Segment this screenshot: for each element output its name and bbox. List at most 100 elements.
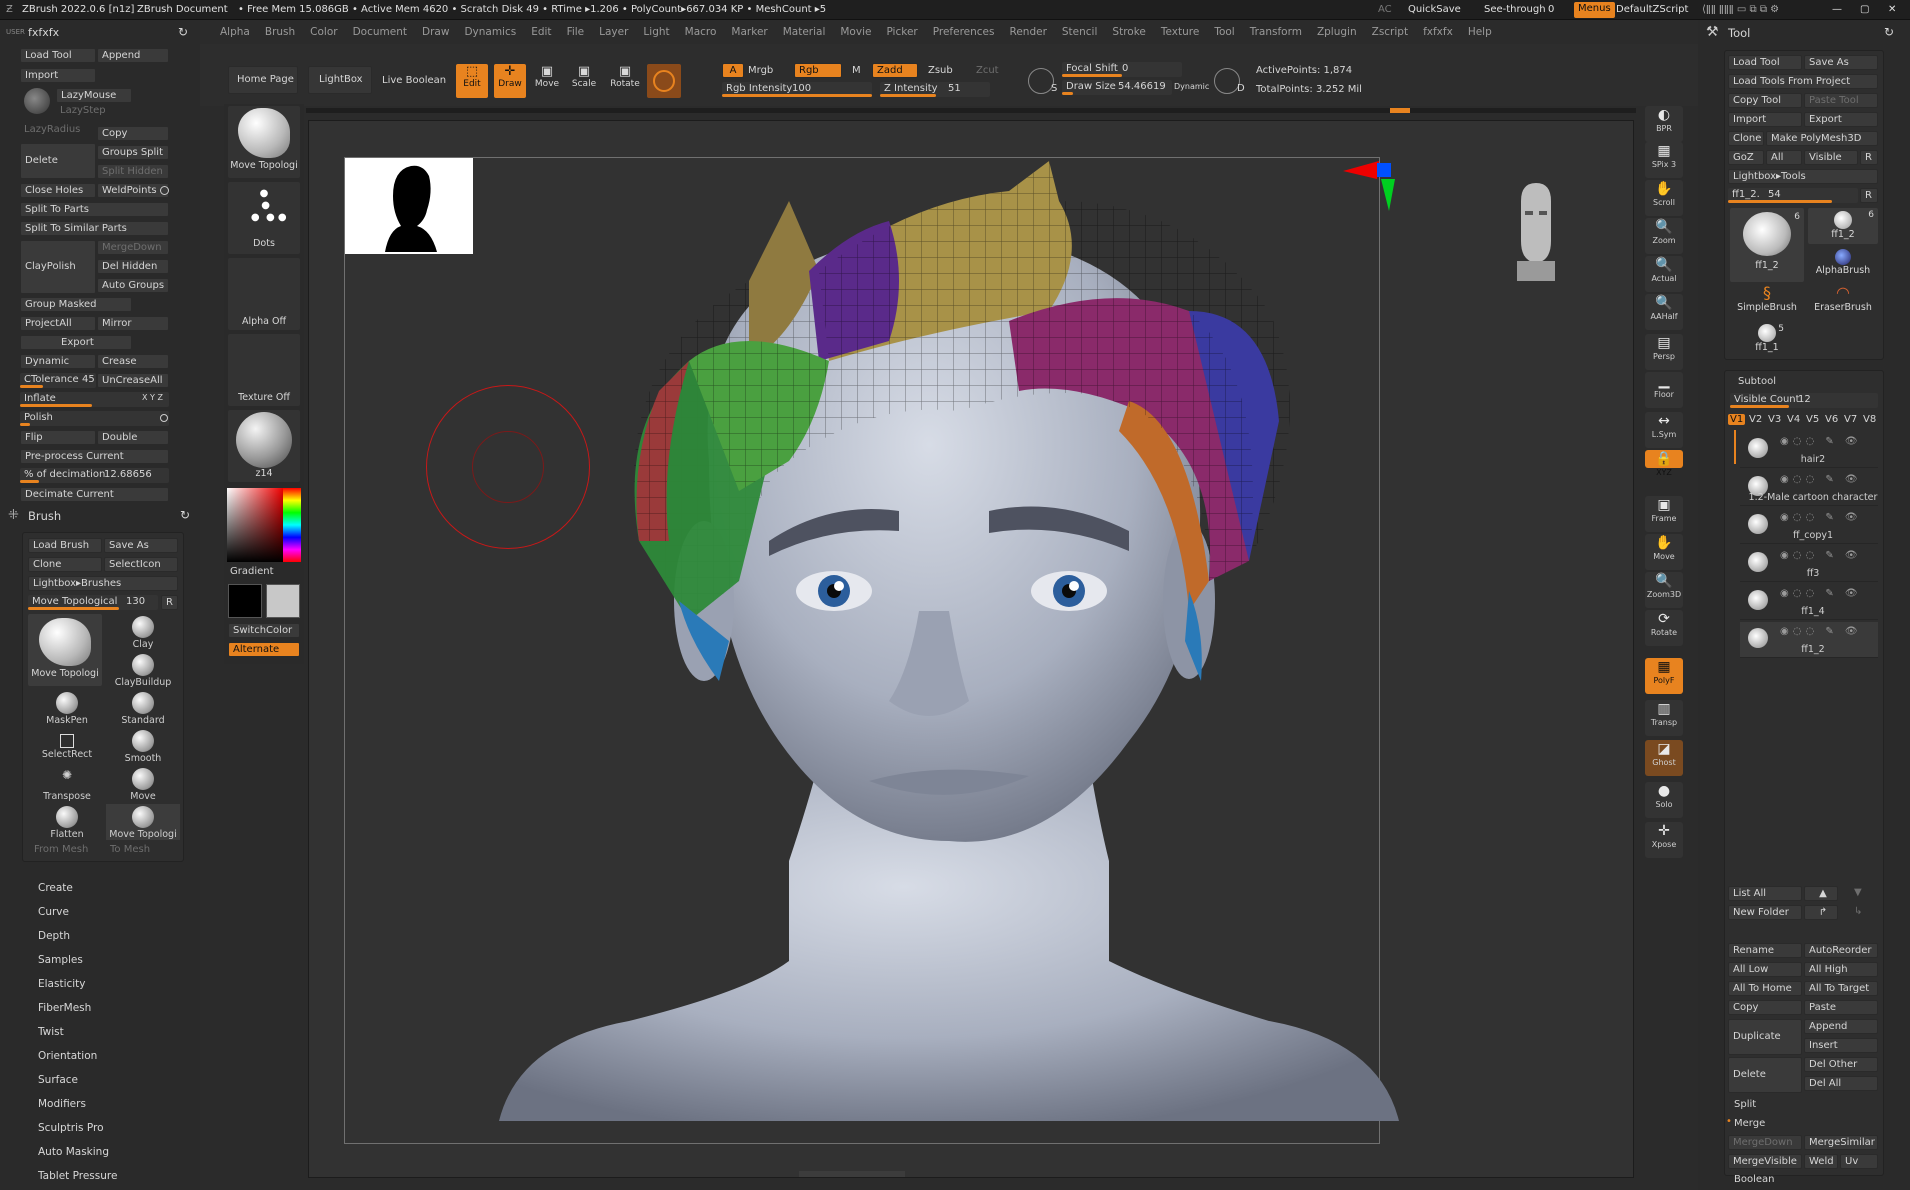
menu-preferences[interactable]: Preferences bbox=[933, 22, 995, 42]
weld-button[interactable]: Weld bbox=[1804, 1154, 1838, 1169]
brush-d-icon[interactable]: D bbox=[1214, 68, 1245, 94]
view-l-sym[interactable]: ↔ L.Sym bbox=[1645, 412, 1683, 448]
brush-smooth[interactable]: Smooth bbox=[112, 730, 174, 766]
view-actual[interactable]: 🔍 Actual bbox=[1645, 256, 1683, 292]
lazymouse-button[interactable]: LazyMouse bbox=[56, 88, 132, 103]
version-tab-v7[interactable]: V7 bbox=[1842, 414, 1859, 425]
del-hidden-button[interactable]: Del Hidden bbox=[97, 259, 169, 274]
menu-brush[interactable]: Brush bbox=[265, 22, 295, 42]
subtool-visibility-icons[interactable]: ◉◌◌ ✎ 👁 bbox=[1780, 550, 1862, 561]
draw-size-slider[interactable]: Draw Size 54.46619 bbox=[1062, 80, 1172, 95]
material-shelf-slot[interactable]: z14 bbox=[228, 410, 300, 482]
brush-submenu-tablet-pressure[interactable]: Tablet Pressure bbox=[38, 1170, 117, 1182]
mergedown-button[interactable]: MergeDown bbox=[97, 240, 169, 255]
split-to-parts-button[interactable]: Split To Parts bbox=[20, 202, 169, 217]
alpha-shelf-slot[interactable]: Alpha Off bbox=[228, 258, 300, 330]
brush-submenu-depth[interactable]: Depth bbox=[38, 930, 70, 942]
rotate-mode-button[interactable]: ▣ Rotate bbox=[608, 64, 642, 98]
duplicate-button[interactable]: Duplicate bbox=[1728, 1019, 1802, 1055]
export-button[interactable]: Export bbox=[20, 335, 132, 350]
current-brush-thumb[interactable]: Move Topologi bbox=[28, 614, 102, 686]
zsub-button[interactable]: Zsub bbox=[928, 65, 953, 76]
menu-tool[interactable]: Tool bbox=[1214, 22, 1234, 42]
view-spix-3[interactable]: ▦ SPix 3 bbox=[1645, 142, 1683, 178]
m-button[interactable]: M bbox=[852, 65, 861, 76]
polish-slider[interactable]: Polish bbox=[20, 411, 169, 426]
tool-save-as-button[interactable]: Save As bbox=[1804, 55, 1878, 70]
group-masked-button[interactable]: Group Masked bbox=[20, 297, 132, 312]
dynamic-size-toggle[interactable]: Dynamic bbox=[1174, 82, 1209, 91]
goz-visible-button[interactable]: Visible bbox=[1804, 150, 1858, 165]
view-persp[interactable]: ▤ Persp bbox=[1645, 334, 1683, 370]
view-frame[interactable]: ▣ Frame bbox=[1645, 496, 1683, 532]
brush-clone-button[interactable]: Clone bbox=[28, 557, 102, 572]
crease-button[interactable]: Crease bbox=[97, 354, 169, 369]
insert-button[interactable]: Insert bbox=[1804, 1038, 1878, 1053]
subtool-paste-button[interactable]: Paste bbox=[1804, 1000, 1878, 1015]
brush-move[interactable]: Move bbox=[112, 768, 174, 804]
pre-process-current-button[interactable]: Pre-process Current bbox=[20, 449, 169, 464]
ruler-marker[interactable] bbox=[1390, 108, 1410, 113]
lazystep-slider[interactable]: LazyStep bbox=[60, 105, 106, 116]
subtool-row[interactable]: ◉◌◌ ✎ 👁 ff1_2 bbox=[1740, 622, 1878, 658]
version-tab-v2[interactable]: V2 bbox=[1747, 414, 1764, 425]
menu-draw[interactable]: Draw bbox=[422, 22, 449, 42]
version-tab-v8[interactable]: V8 bbox=[1861, 414, 1878, 425]
goz-all-button[interactable]: All bbox=[1766, 150, 1802, 165]
maximize-icon[interactable]: ▢ bbox=[1860, 4, 1869, 15]
view-floor[interactable]: ▁ Floor bbox=[1645, 372, 1683, 408]
folder-arrow-icon[interactable]: ↱ bbox=[1804, 905, 1838, 920]
view-rotate[interactable]: ⟳ Rotate bbox=[1645, 610, 1683, 646]
inflate-slider[interactable]: Inflate X Y Z bbox=[20, 392, 169, 407]
goz-r-button[interactable]: R bbox=[1860, 150, 1878, 165]
brush-submenu-elasticity[interactable]: Elasticity bbox=[38, 978, 86, 990]
zadd-button[interactable]: Zadd bbox=[872, 63, 918, 78]
weldpoints-toggle-icon[interactable] bbox=[160, 186, 169, 195]
edit-mode-button[interactable]: ⬚ Edit bbox=[456, 64, 488, 98]
menu-movie[interactable]: Movie bbox=[840, 22, 871, 42]
del-other-button[interactable]: Del Other bbox=[1804, 1057, 1878, 1072]
tool-thumb-ff1-1[interactable]: 5 ff1_1 bbox=[1730, 322, 1804, 358]
brush-shelf-slot[interactable]: Move Topologi bbox=[228, 106, 300, 178]
menu-texture[interactable]: Texture bbox=[1161, 22, 1199, 42]
tool-thumb-eraserbrush[interactable]: ◠ EraserBrush bbox=[1808, 284, 1878, 320]
decimate-current-button[interactable]: Decimate Current bbox=[20, 487, 169, 502]
uv-button[interactable]: Uv bbox=[1840, 1154, 1878, 1169]
brush-submenu-modifiers[interactable]: Modifiers bbox=[38, 1098, 86, 1110]
decimation-slider[interactable]: % of decimation 12.68656 bbox=[20, 468, 169, 483]
move-down-icon[interactable]: ▼ bbox=[1854, 887, 1862, 898]
close-holes-button[interactable]: Close Holes bbox=[20, 183, 96, 198]
brush-submenu-orientation[interactable]: Orientation bbox=[38, 1050, 97, 1062]
quicksave-button[interactable]: QuickSave bbox=[1408, 4, 1461, 15]
stroke-shelf-slot[interactable]: ● ● ● ● ● Dots bbox=[228, 182, 300, 254]
minimize-icon[interactable]: — bbox=[1832, 4, 1842, 15]
to-mesh-button[interactable]: To Mesh bbox=[110, 844, 150, 855]
claypolish-button[interactable]: ClayPolish bbox=[20, 240, 96, 294]
split-to-similar-parts-button[interactable]: Split To Similar Parts bbox=[20, 221, 169, 236]
subtool-title[interactable]: Subtool bbox=[1738, 376, 1776, 387]
lightbox-tools-button[interactable]: Lightbox▸Tools bbox=[1728, 169, 1878, 184]
view-bpr[interactable]: ◐ BPR bbox=[1645, 106, 1683, 142]
tool-thumb-ff1-2-large[interactable]: 6 ff1_2 bbox=[1730, 208, 1804, 282]
lightbox-brushes-button[interactable]: Lightbox▸Brushes bbox=[28, 576, 178, 591]
subtool-row[interactable]: ◉◌◌ ✎ 👁 ff3 bbox=[1740, 546, 1878, 582]
brush-submenu-samples[interactable]: Samples bbox=[38, 954, 83, 966]
mergevisible-button[interactable]: MergeVisible bbox=[1728, 1154, 1802, 1169]
subtool-visibility-icons[interactable]: ◉◌◌ ✎ 👁 bbox=[1780, 588, 1862, 599]
new-folder-button[interactable]: New Folder bbox=[1728, 905, 1802, 920]
brush-transpose[interactable]: ✺ Transpose bbox=[36, 768, 98, 804]
menu-edit[interactable]: Edit bbox=[531, 22, 551, 42]
all-low-button[interactable]: All Low bbox=[1728, 962, 1802, 977]
load-tools-from-project-button[interactable]: Load Tools From Project bbox=[1728, 74, 1878, 89]
z-intensity-slider[interactable]: Z Intensity 51 bbox=[880, 82, 990, 97]
view-aahalf[interactable]: 🔍 AAHalf bbox=[1645, 294, 1683, 330]
move-topological-slider[interactable]: Move Topological 130 bbox=[28, 595, 158, 610]
uncreaseall-button[interactable]: UnCreaseAll bbox=[97, 373, 169, 388]
menu-fxfxfx[interactable]: fxfxfx bbox=[1423, 22, 1453, 42]
brush-save-as-button[interactable]: Save As bbox=[104, 538, 178, 553]
gradient-label[interactable]: Gradient bbox=[230, 566, 274, 577]
switchcolor-button[interactable]: SwitchColor bbox=[228, 623, 300, 638]
tool-thumb-alphabrush[interactable]: AlphaBrush bbox=[1808, 246, 1878, 282]
subtool-row[interactable]: ◉◌◌ ✎ 👁 1.2-Male cartoon character bbox=[1740, 470, 1878, 506]
menu-zscript[interactable]: Zscript bbox=[1372, 22, 1408, 42]
